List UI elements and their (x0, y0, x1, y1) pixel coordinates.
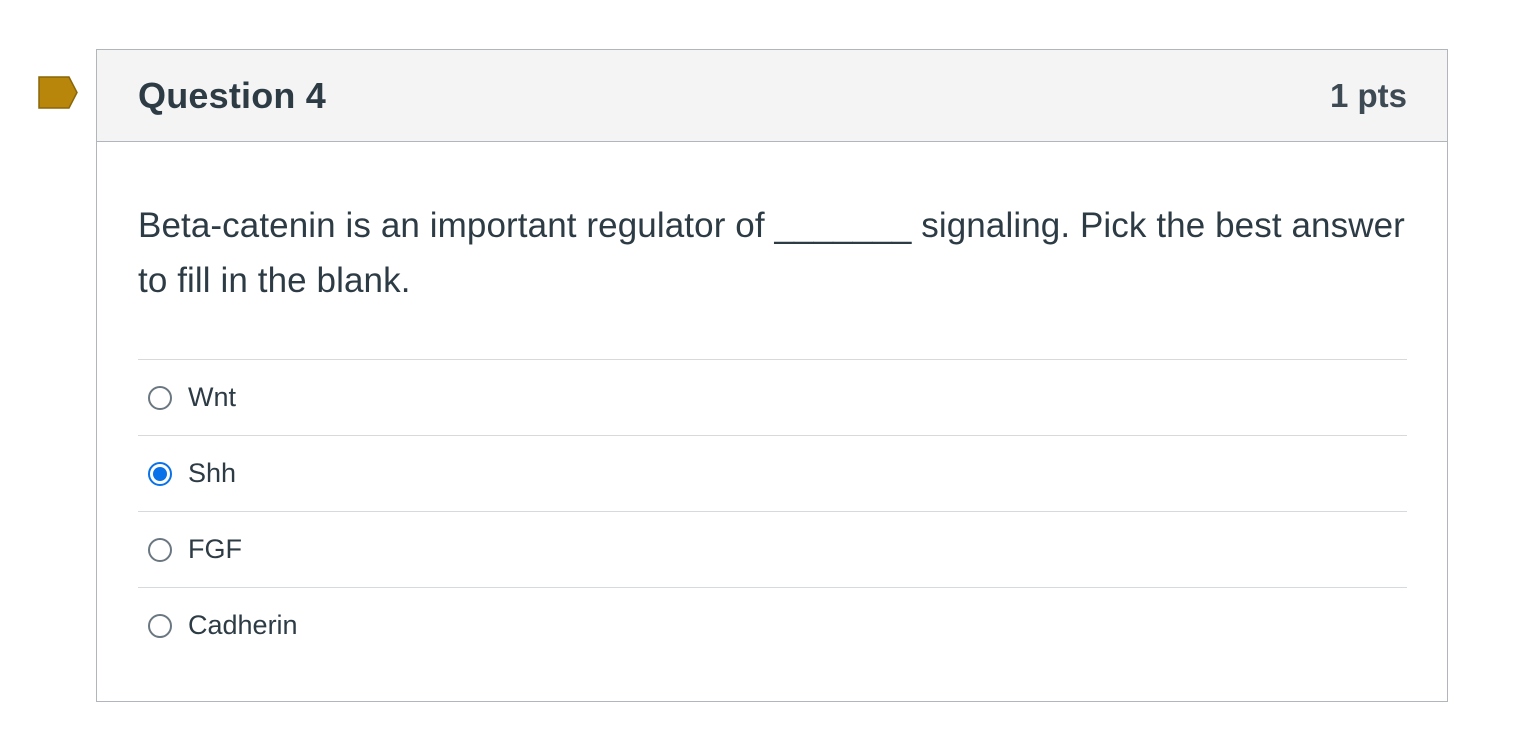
radio-button-cadherin[interactable] (148, 613, 172, 638)
answer-option-shh[interactable]: Shh (138, 436, 1407, 512)
radio-button-shh[interactable] (148, 461, 172, 486)
question-points: 1 pts (1329, 76, 1407, 114)
flag-question-icon[interactable] (38, 76, 78, 109)
answer-label[interactable]: Wnt (188, 382, 236, 413)
question-card: Question 4 1 pts Beta-catenin is an impo… (96, 49, 1448, 702)
answer-label[interactable]: Cadherin (188, 610, 298, 641)
radio-button-wnt[interactable] (148, 385, 172, 410)
question-body: Beta-catenin is an important regulator o… (97, 142, 1447, 663)
radio-button-fgf[interactable] (148, 537, 172, 562)
answer-option-cadherin[interactable]: Cadherin (138, 588, 1407, 663)
answer-option-wnt[interactable]: Wnt (138, 360, 1407, 436)
answer-option-fgf[interactable]: FGF (138, 512, 1407, 588)
answer-list: Wnt Shh FGF Cadherin (138, 359, 1407, 663)
question-text: Beta-catenin is an important regulator o… (138, 206, 1405, 300)
question-title: Question 4 (138, 74, 327, 116)
answer-label[interactable]: Shh (188, 458, 236, 489)
answer-label[interactable]: FGF (188, 534, 242, 565)
question-header: Question 4 1 pts (97, 50, 1447, 142)
